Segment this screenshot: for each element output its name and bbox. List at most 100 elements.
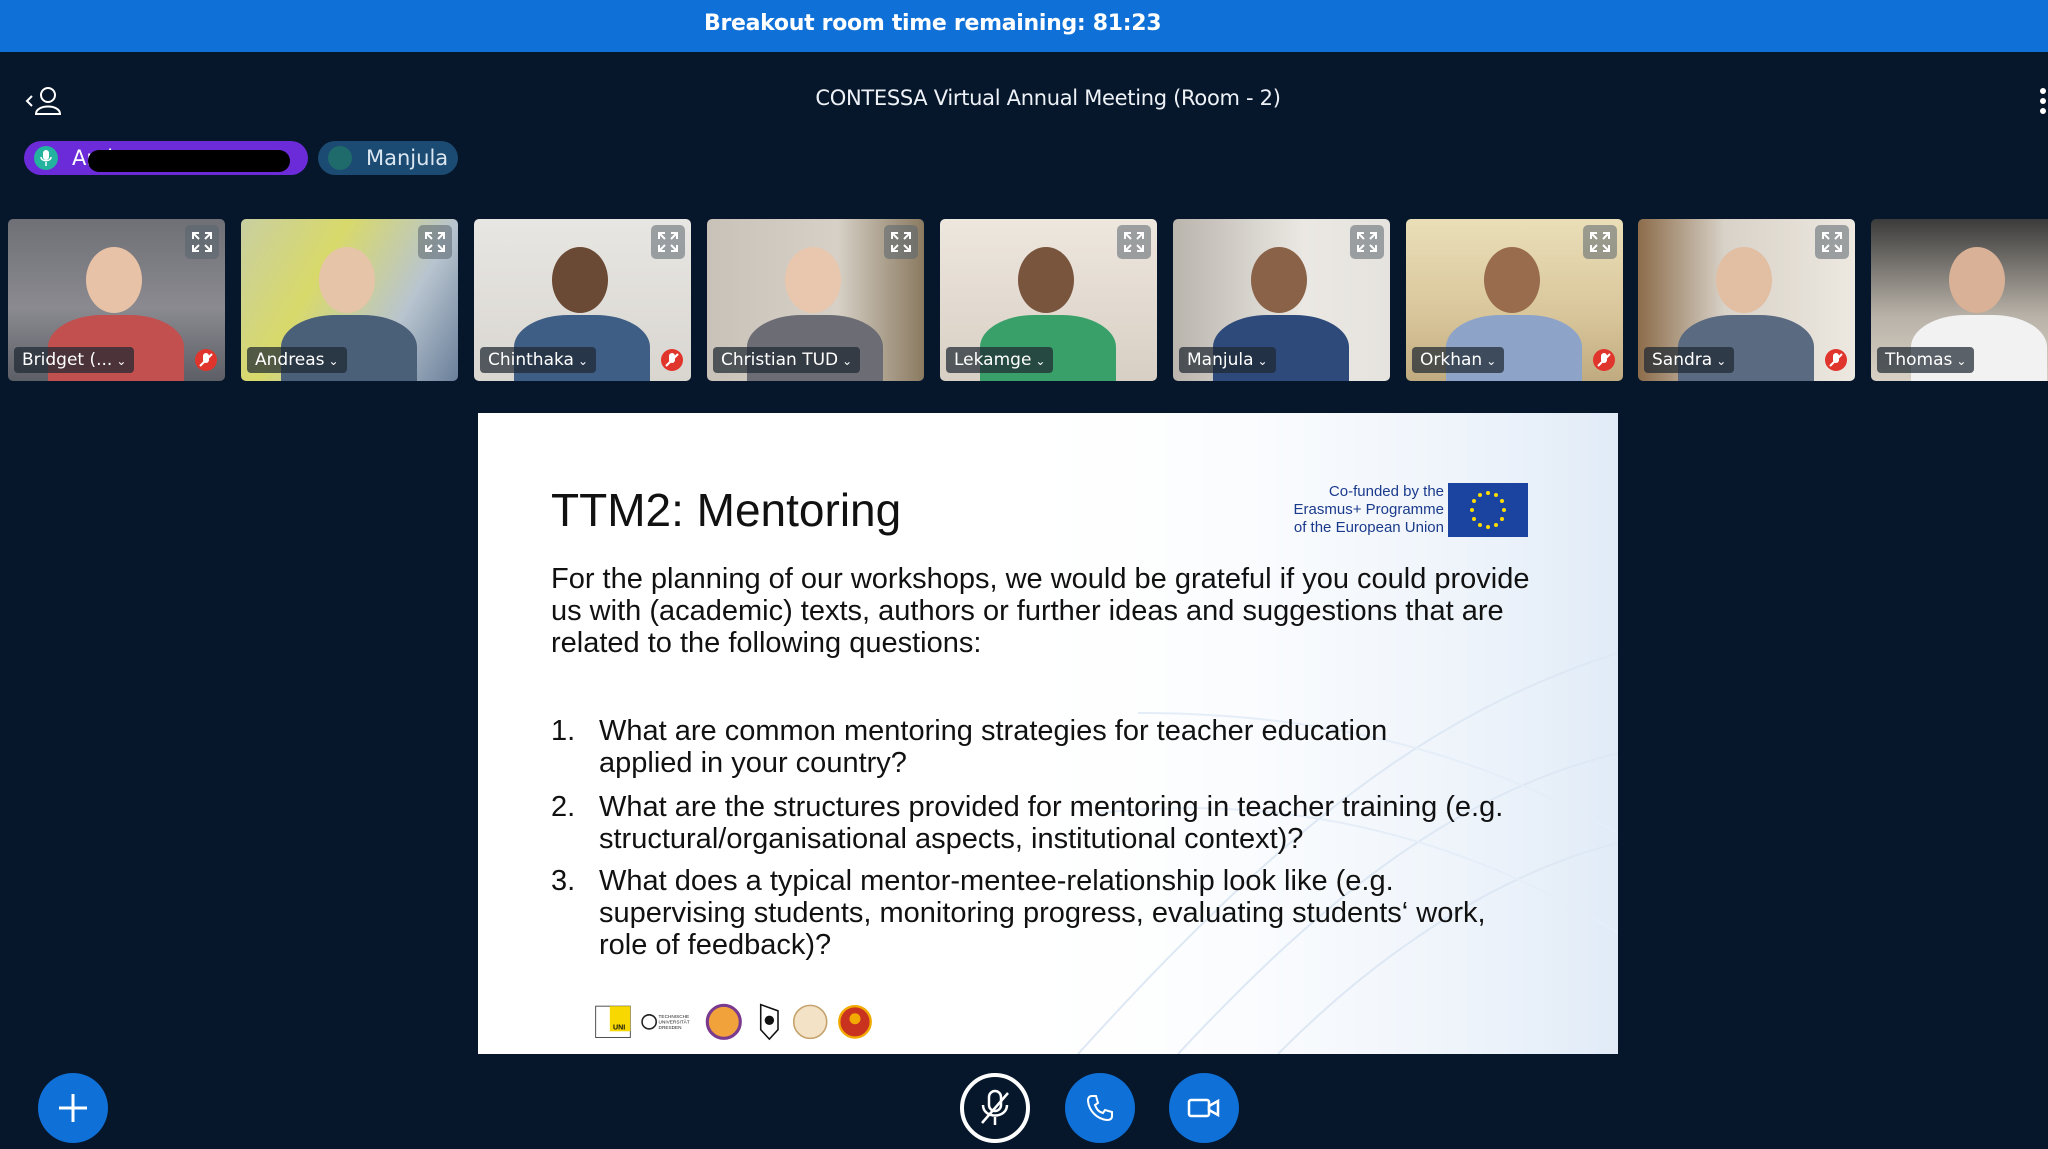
muted-mic-icon: [661, 349, 683, 371]
talker-name: Manjula: [366, 146, 449, 170]
participant-name: Sandra: [1652, 350, 1713, 370]
svg-text:DRESDEN: DRESDEN: [659, 1025, 683, 1030]
presentation-slide: TTM2: Mentoring Co-funded by the Erasmus…: [478, 413, 1618, 1054]
phone-icon: [1086, 1095, 1113, 1122]
eu-text-line: of the European Union: [1293, 519, 1444, 536]
svg-text:UNIVERSITÄT: UNIVERSITÄT: [659, 1018, 690, 1024]
eu-text-line: Co-funded by the: [1328, 483, 1444, 500]
fullscreen-button[interactable]: [1815, 225, 1849, 259]
plus-icon: [59, 1094, 87, 1122]
talking-indicator[interactable]: Manjula: [318, 141, 458, 175]
mic-icon: [328, 146, 352, 170]
question-text: What are the structures provided for men…: [599, 791, 1504, 855]
expand-icon: [1124, 232, 1144, 252]
chevron-down-icon: ⌄: [1257, 354, 1268, 368]
fullscreen-button[interactable]: [884, 225, 918, 259]
eu-flag-icon: [1448, 483, 1528, 537]
chevron-down-icon: ⌄: [1956, 354, 1967, 368]
redaction-mark: [88, 150, 290, 172]
partner-logos: UNI TECHNISCHE UNIVERSITÄT DRESDEN: [595, 1003, 872, 1041]
participant-video-figure: [1716, 247, 1772, 313]
participant-name: Orkhan: [1420, 350, 1483, 370]
fullscreen-button[interactable]: [1583, 225, 1617, 259]
eu-text-line: Erasmus+ Programme: [1293, 501, 1444, 518]
svg-text:TECHNISCHE: TECHNISCHE: [659, 1014, 690, 1019]
participant-video-figure: [1018, 247, 1074, 313]
participant-name-tag[interactable]: Christian TUD ⌄: [713, 347, 861, 373]
participant-name: Christian TUD: [721, 350, 839, 370]
participant-name-tag[interactable]: Manjula ⌄: [1179, 347, 1276, 373]
slide-intro-text: For the planning of our workshops, we wo…: [551, 563, 1530, 659]
expand-icon: [1822, 232, 1842, 252]
eu-cofunding-text: Co-funded by the Erasmus+ Programme of t…: [1268, 483, 1444, 537]
participant-video-tile[interactable]: Andreas ⌄: [241, 219, 458, 381]
meeting-title: CONTESSA Virtual Annual Meeting (Room - …: [815, 86, 1281, 110]
mic-icon: [34, 146, 58, 170]
participant-video-figure: [86, 247, 142, 313]
participant-name: Lekamge: [954, 350, 1032, 370]
expand-icon: [1357, 232, 1377, 252]
participant-video-figure: [552, 247, 608, 313]
participant-video-figure: [1949, 247, 2005, 313]
participant-name-tag[interactable]: Sandra ⌄: [1644, 347, 1735, 373]
slide-title: TTM2: Mentoring: [551, 484, 902, 536]
question-number: 1.: [551, 715, 576, 747]
fullscreen-button[interactable]: [185, 225, 219, 259]
participant-name-tag[interactable]: Chinthaka ⌄: [480, 347, 597, 373]
participant-name: Manjula: [1187, 350, 1254, 370]
participant-name-tag[interactable]: Thomas ⌄: [1877, 347, 1975, 373]
university-crest-icon: [759, 1003, 779, 1041]
question-text: What are common mentoring strategies for…: [599, 715, 1388, 779]
more-options-button[interactable]: [2036, 88, 2048, 116]
participant-name-tag[interactable]: Lekamge ⌄: [946, 347, 1054, 373]
muted-mic-icon: [1593, 349, 1615, 371]
uni-logo-icon: UNI: [595, 1005, 631, 1038]
participant-video-tile[interactable]: Manjula ⌄: [1173, 219, 1390, 381]
expand-icon: [192, 232, 212, 252]
fullscreen-button[interactable]: [1350, 225, 1384, 259]
chevron-down-icon: ⌄: [1035, 354, 1046, 368]
university-seal-icon: [705, 1003, 742, 1040]
participant-video-tile[interactable]: Sandra ⌄: [1638, 219, 1855, 381]
breakout-timer-text: Breakout room time remaining: 81:23: [704, 11, 1162, 36]
fullscreen-button[interactable]: [1117, 225, 1151, 259]
participant-video-tile[interactable]: Thomas ⌄: [1871, 219, 2048, 381]
expand-icon: [891, 232, 911, 252]
expand-icon: [425, 232, 445, 252]
university-emblem-icon: [792, 1004, 828, 1040]
participant-video-tile[interactable]: Lekamge ⌄: [940, 219, 1157, 381]
participant-name: Bridget (...: [22, 350, 113, 370]
participant-name: Thomas: [1885, 350, 1953, 370]
fullscreen-button[interactable]: [651, 225, 685, 259]
mic-off-icon: [981, 1089, 1009, 1125]
question-number: 3.: [551, 865, 576, 897]
participant-name-tag[interactable]: Andreas ⌄: [247, 347, 347, 373]
participant-video-tile[interactable]: Orkhan ⌄: [1406, 219, 1623, 381]
participant-video-tile[interactable]: Christian TUD ⌄: [707, 219, 924, 381]
chevron-down-icon: ⌄: [116, 354, 127, 368]
question-number: 2.: [551, 791, 576, 823]
participant-video-tile[interactable]: Bridget (... ⌄: [8, 219, 225, 381]
university-badge-icon: [838, 1004, 872, 1039]
participant-video-tile[interactable]: Chinthaka ⌄: [474, 219, 691, 381]
svg-text:UNI: UNI: [613, 1025, 625, 1032]
chevron-down-icon: ⌄: [577, 354, 589, 368]
tu-dresden-logo-icon: TECHNISCHE UNIVERSITÄT DRESDEN: [641, 1014, 690, 1030]
share-webcam-button[interactable]: [1169, 1073, 1239, 1143]
question-text: What does a typical mentor-mentee-relati…: [599, 865, 1486, 961]
chevron-down-icon: ⌄: [1486, 354, 1497, 368]
unmute-button[interactable]: [960, 1073, 1030, 1143]
leave-audio-button[interactable]: [1065, 1073, 1135, 1143]
participant-video-figure: [1251, 247, 1307, 313]
participant-name: Chinthaka: [488, 350, 574, 370]
more-options-icon: [2040, 88, 2046, 94]
participant-video-figure: [1484, 247, 1540, 313]
participant-name-tag[interactable]: Bridget (... ⌄: [14, 347, 135, 373]
participant-video-figure: [319, 247, 375, 313]
participant-name: Andreas: [255, 350, 325, 370]
fullscreen-button[interactable]: [418, 225, 452, 259]
expand-icon: [658, 232, 678, 252]
participant-name-tag[interactable]: Orkhan ⌄: [1412, 347, 1505, 373]
chevron-down-icon: ⌄: [842, 354, 853, 368]
actions-button[interactable]: [38, 1073, 108, 1143]
